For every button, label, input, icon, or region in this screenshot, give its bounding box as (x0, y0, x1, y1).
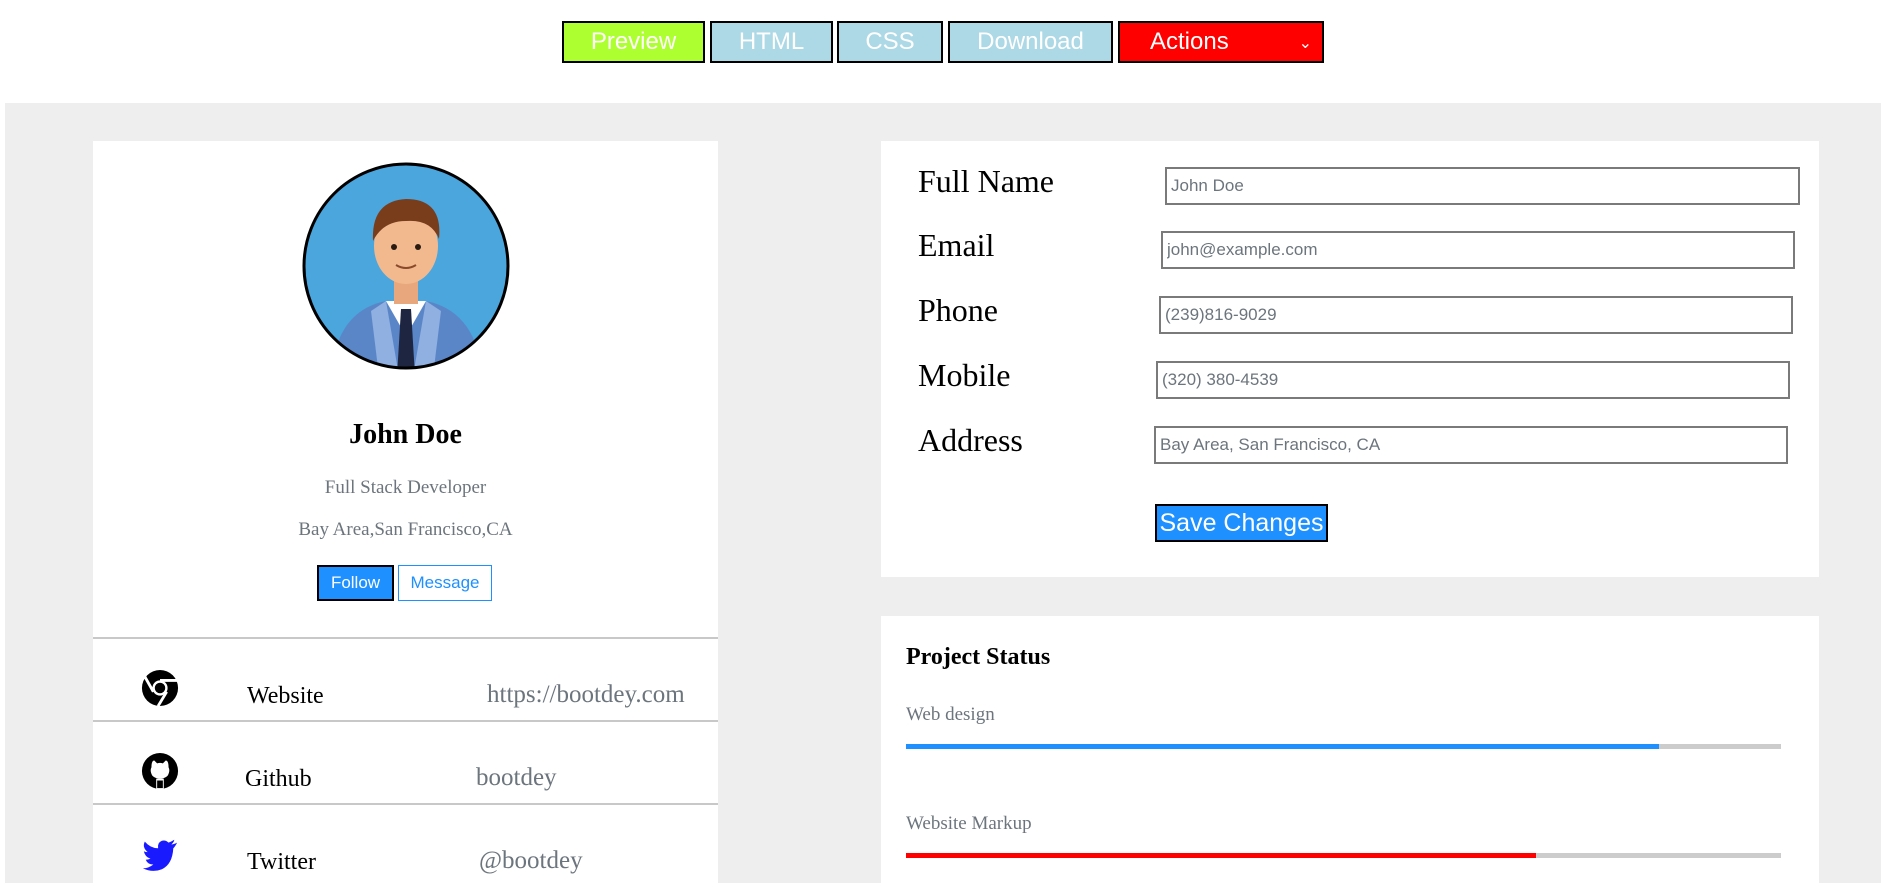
full-name-input[interactable] (1165, 167, 1800, 205)
address-label: Address (918, 422, 1023, 458)
save-changes-button[interactable]: Save Changes (1155, 504, 1328, 542)
project-status-card: Project Status Web design Website Markup (881, 616, 1819, 883)
profile-location: Bay Area,San Francisco,CA (298, 519, 513, 540)
profile-card: John Doe Full Stack Developer Bay Area,S… (93, 141, 718, 883)
mobile-input[interactable] (1156, 361, 1790, 399)
project-label: Web design (906, 704, 995, 725)
preview-button[interactable]: Preview (562, 21, 705, 63)
avatar (301, 161, 511, 371)
mobile-label: Mobile (918, 357, 1011, 393)
email-label: Email (918, 227, 995, 263)
social-label: Github (245, 766, 312, 792)
chevron-down-icon: ⌄ (1298, 35, 1312, 52)
follow-button[interactable]: Follow (317, 565, 394, 601)
actions-label: Actions (1150, 28, 1229, 55)
chrome-icon (141, 669, 179, 707)
page-body: John Doe Full Stack Developer Bay Area,S… (5, 103, 1881, 883)
css-button[interactable]: CSS (837, 21, 943, 63)
phone-input[interactable] (1159, 296, 1793, 334)
project-status-title: Project Status (906, 644, 1051, 670)
actions-dropdown[interactable]: Actions ⌄ (1118, 21, 1324, 63)
github-icon (141, 752, 179, 790)
html-button[interactable]: HTML (710, 21, 833, 63)
project-progress-fill (906, 853, 1536, 858)
avatar-illustration (302, 162, 510, 370)
twitter-icon (142, 839, 178, 871)
social-label: Twitter (247, 849, 316, 875)
profile-form: Full Name Email Phone Mobile Address Sav… (881, 141, 1819, 577)
project-progress-track (906, 853, 1781, 858)
download-button[interactable]: Download (948, 21, 1113, 63)
phone-label: Phone (918, 292, 998, 328)
social-label: Website (247, 683, 324, 709)
social-row-twitter[interactable]: Twitter @bootdey (93, 803, 718, 887)
social-value[interactable]: @bootdey (479, 847, 583, 875)
email-input[interactable] (1161, 231, 1795, 269)
profile-role: Full Stack Developer (324, 477, 487, 498)
message-button[interactable]: Message (398, 565, 492, 601)
project-progress-fill (906, 744, 1659, 749)
address-input[interactable] (1154, 426, 1788, 464)
project-label: Website Markup (906, 813, 1032, 834)
social-row-github[interactable]: Github bootdey (93, 720, 718, 804)
social-row-website[interactable]: Website https://bootdey.com (93, 637, 718, 721)
full-name-label: Full Name (918, 163, 1054, 199)
social-value[interactable]: bootdey (476, 764, 557, 792)
social-value[interactable]: https://bootdey.com (487, 681, 685, 709)
toolbar: Preview HTML CSS Download Actions ⌄ (0, 21, 1881, 67)
profile-name: John Doe (349, 419, 462, 450)
project-progress-track (906, 744, 1781, 749)
